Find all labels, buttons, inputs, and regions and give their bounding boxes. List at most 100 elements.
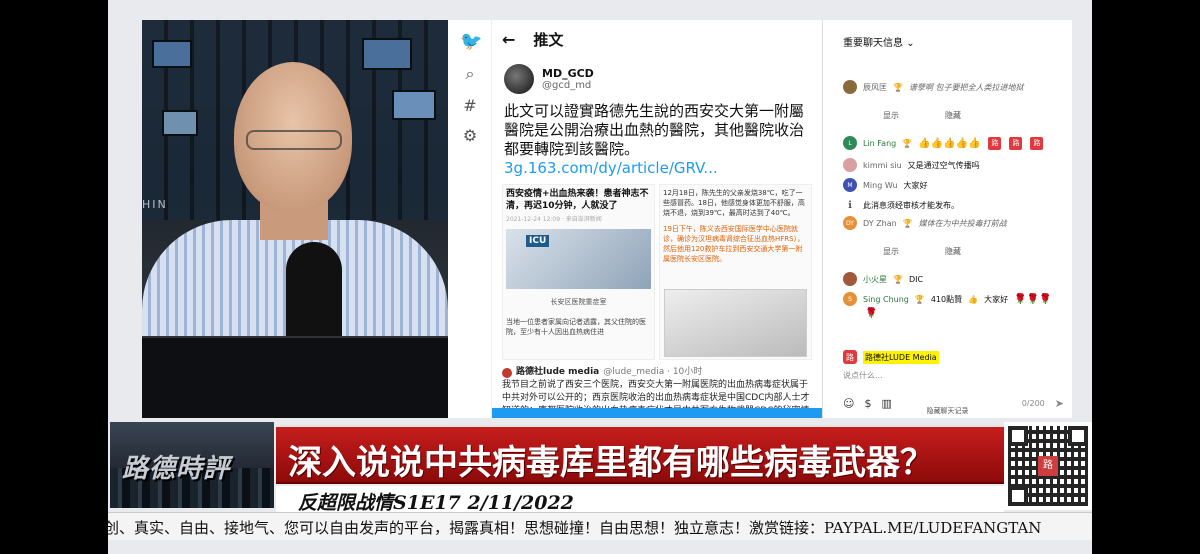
chat-message[interactable]: S Sing Chung 🏆 410點贊 👍 大家好 🌹🌹🌹 — [843, 292, 1064, 306]
monitor-screen — [392, 90, 436, 120]
rose-icon: 🌹🌹🌹 — [1014, 293, 1052, 305]
show-button[interactable]: 显示 — [883, 110, 899, 121]
lude-emoji-icon: 路 — [988, 136, 1002, 150]
chat-text: 410點贊 — [930, 294, 963, 304]
chat-message[interactable]: 辰风匡 🏆 谱孽啊 包子要把全人类拉进地狱 — [843, 80, 1064, 94]
chat-author: 辰风匡 — [863, 82, 887, 92]
chat-message-cont: 🌹 — [843, 308, 1064, 319]
hashtag-icon[interactable]: # — [460, 96, 480, 116]
message-actions: 显示 隐藏 — [883, 246, 961, 257]
chat-header-title: 重要聊天信息 — [843, 38, 903, 49]
thumbs-up-icon: 👍 — [968, 294, 979, 304]
avatar — [502, 367, 512, 378]
media-image-right[interactable]: 12月18日，陈先生的父亲发烧38℃，吃了一些感冒药。18日，他感觉身体更加不舒… — [659, 184, 812, 360]
monitor-screen — [152, 40, 192, 68]
monitor-screen — [362, 38, 412, 70]
show-button[interactable]: 显示 — [883, 246, 899, 257]
badge-icon: 🏆 — [902, 138, 913, 148]
chat-text: 媒体在为中共投毒打前战 — [918, 218, 1007, 228]
tweet-link[interactable]: 3g.163.com/dy/article/GRV... — [504, 159, 718, 177]
avatar: M — [843, 178, 857, 192]
laptop — [142, 336, 448, 418]
chat-message[interactable]: M Ming Wu 大家好 — [843, 178, 1064, 192]
document-photo — [664, 289, 807, 357]
host-video: HIN — [142, 20, 448, 418]
chat-text: 大家好 — [903, 180, 928, 190]
show-logo: 路德時評 — [110, 422, 274, 508]
chat-author: Ming Wu — [863, 180, 898, 190]
avatar: L — [843, 136, 857, 150]
quoted-name: 路德社lude media — [516, 367, 600, 377]
chat-text: 👍👍👍👍👍 — [918, 137, 981, 149]
lude-emoji-icon: 路 — [1030, 136, 1044, 150]
qr-corner — [1008, 486, 1028, 506]
author-handle: @gcd_md — [542, 80, 592, 91]
chat-panel: 重要聊天信息 ⌄ 辰风匡 🏆 谱孽啊 包子要把全人类拉进地狱 显示 隐藏 L Li… — [822, 20, 1072, 418]
hide-button[interactable]: 隐藏 — [945, 110, 961, 121]
show-brand: 路德時評 — [122, 454, 231, 484]
settings-icon[interactable]: ⚙ — [460, 126, 480, 146]
chat-author: DY Zhan — [863, 218, 897, 228]
lude-avatar-icon: 路 — [843, 350, 857, 364]
article-headline: 西安疫情+出血热来袭！患者神志不清，再迟10分钟，人就没了 — [506, 189, 649, 211]
photo-caption: 长安区医院重症室 — [550, 298, 607, 306]
chat-message[interactable]: 小火星 🏆 DIC — [843, 272, 1064, 286]
chat-author: Lin Fang — [863, 138, 897, 148]
chat-input[interactable]: 说点什么... — [843, 370, 1064, 381]
twitter-logo-icon[interactable]: 🐦 — [460, 32, 482, 52]
chat-author: Sing Chung — [863, 294, 909, 304]
media-image-left[interactable]: 西安疫情+出血热来袭！患者神志不清，再迟10分钟，人就没了 2021-12-24… — [502, 184, 655, 360]
info-icon: ℹ — [843, 198, 857, 212]
quoted-handle: @lude_media · 10小时 — [603, 367, 703, 377]
badge-icon: 🏆 — [893, 82, 903, 92]
tweet-text: 此文可以證實路德先生說的西安交大第一附屬醫院是公開治療出血熱的醫院，其他醫院收治… — [504, 102, 805, 158]
badge-icon: 🏆 — [914, 294, 925, 304]
chevron-down-icon[interactable]: ⌄ — [906, 38, 914, 49]
icu-sign: ICU — [526, 235, 550, 247]
chat-header[interactable]: 重要聊天信息 ⌄ — [823, 20, 1072, 49]
chat-text: 又是通过空气传播吗 — [907, 160, 980, 170]
avatar — [843, 158, 857, 172]
twitter-panel: 🐦 ⌕ # ⚙ ← 推文 MD_GCD @gcd_md 此文可以證實路德先生說的… — [448, 20, 822, 418]
back-arrow-icon[interactable]: ← — [502, 30, 515, 49]
chat-composer: 路 路德社LUDE Media 说点什么... ☺ $ ▥ 0/200 ➤ — [843, 350, 1064, 410]
article-meta: 2021-12-24 12:09 · 来自澎湃新闻 — [506, 216, 602, 223]
avatar[interactable] — [504, 64, 534, 94]
qr-logo: 路 — [1038, 456, 1058, 476]
lude-emoji-icon: 路 — [1009, 136, 1023, 150]
livestream-frame: HIN 🐦 ⌕ # ⚙ ← 推文 MD_GCD @gcd_md 此文可以證實路德… — [108, 0, 1092, 554]
host-glasses — [246, 130, 342, 150]
article-paragraph: 19日下午，陈义去西安国际医学中心医院就诊，确诊为汉坦病毒肾综合征出血热HFRS… — [663, 225, 805, 263]
badge-icon: 🏆 — [893, 274, 903, 284]
author-name[interactable]: MD_GCD — [542, 67, 594, 80]
chat-message[interactable]: kimmi siu 又是通过空气传播吗 — [843, 158, 1064, 172]
rose-icon: 🌹 — [865, 308, 878, 319]
article-photo: ICU — [506, 229, 651, 289]
avatar — [843, 80, 857, 94]
tweet-header: ← 推文 — [492, 20, 822, 58]
composer-identity: 路 路德社LUDE Media — [843, 350, 1064, 364]
tweet-header-title: 推文 — [533, 30, 564, 49]
hide-button[interactable]: 隐藏 — [945, 246, 961, 257]
avatar — [843, 272, 857, 286]
chat-notice: 此消息须经审核才能发布。 — [863, 200, 959, 210]
hide-chat-button[interactable]: 隐藏聊天记录 — [823, 406, 1072, 416]
tweet-media[interactable]: 西安疫情+出血热来袭！患者神志不清，再迟10分钟，人就没了 2021-12-24… — [502, 184, 812, 360]
chat-message[interactable]: L Lin Fang 🏆 👍👍👍👍👍 路路路 — [843, 136, 1064, 150]
chat-author: kimmi siu — [863, 160, 902, 170]
twitter-sidebar: 🐦 ⌕ # ⚙ — [448, 20, 492, 418]
qr-corner — [1008, 426, 1028, 446]
article-body: 当地一位患者家属向记者透露，其父住院的医院，至少有十人因出血热病住进 — [506, 318, 646, 336]
news-ticker: 创、真实、自由、接地气、您可以自由发声的平台，揭露真相！思想碰撞！自由思想！独立… — [108, 512, 1092, 540]
headline-bar: 深入说说中共病毒库里都有哪些病毒武器？ — [276, 424, 1004, 484]
monitor-screen — [162, 110, 198, 136]
subtitle-bar: 反超限战情S1E17 2/11/2022 — [276, 486, 1004, 514]
quoted-author: 路德社lude media @lude_media · 10小时 — [502, 366, 812, 379]
tweet-column: ← 推文 MD_GCD @gcd_md 此文可以證實路德先生說的西安交大第一附屬… — [492, 20, 822, 418]
chat-message[interactable]: DY DY Zhan 🏆 媒体在为中共投毒打前战 — [843, 216, 1064, 230]
tweet-author[interactable]: MD_GCD @gcd_md — [492, 58, 822, 100]
composer-name: 路德社LUDE Media — [863, 350, 939, 364]
chat-text: 谱孽啊 包子要把全人类拉进地狱 — [908, 82, 1024, 92]
chat-text: DIC — [908, 274, 924, 284]
search-icon[interactable]: ⌕ — [460, 64, 480, 84]
